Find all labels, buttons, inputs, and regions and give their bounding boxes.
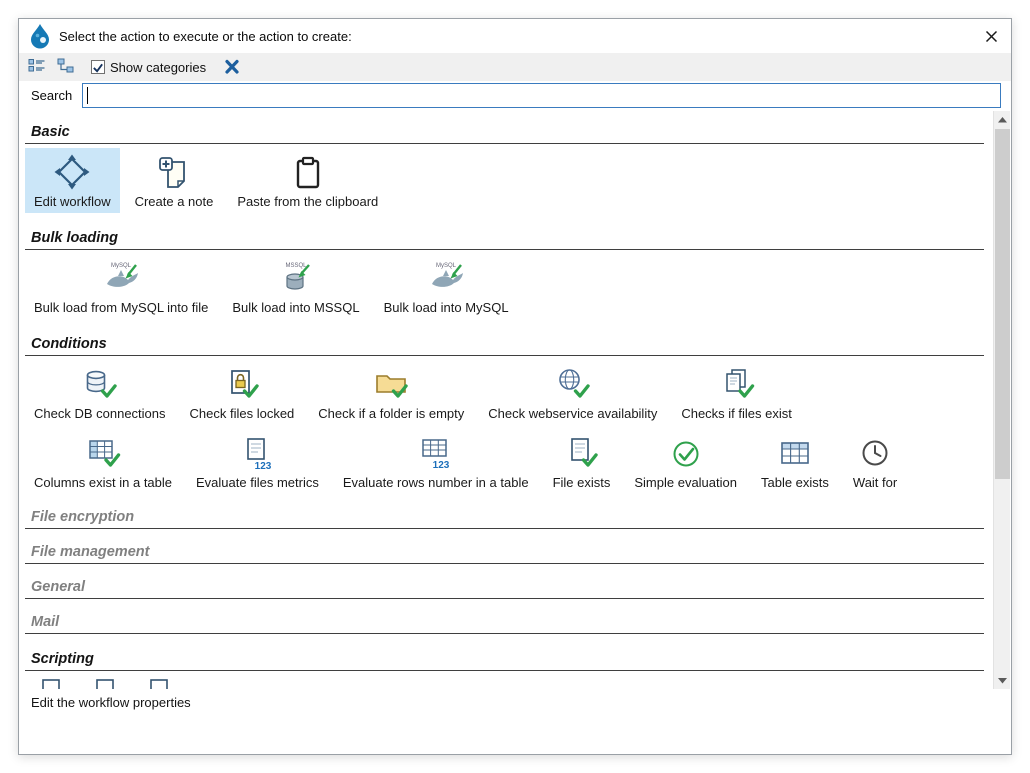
simple-evaluation-icon bbox=[668, 434, 704, 472]
sql-icon: SQL bbox=[142, 680, 172, 689]
clock-icon bbox=[857, 434, 893, 472]
workflow-icon bbox=[53, 153, 91, 191]
action-evaluate-rows-number[interactable]: 123 Evaluate rows number in a table bbox=[334, 429, 538, 494]
category-header-basic[interactable]: Basic bbox=[25, 123, 984, 144]
scrollbar-thumb[interactable] bbox=[995, 129, 1010, 479]
category-items-basic: Edit workflow Create a note bbox=[25, 148, 994, 213]
category-header-scripting[interactable]: Scripting bbox=[25, 650, 984, 671]
svg-text:MySQL: MySQL bbox=[436, 263, 457, 269]
action-scripting-shell[interactable] bbox=[79, 675, 127, 689]
action-paste-clipboard[interactable]: Paste from the clipboard bbox=[228, 148, 387, 213]
action-list: Basic Edit workflow bbox=[19, 111, 1011, 689]
view-list-icon bbox=[28, 58, 46, 76]
view-tree-icon bbox=[57, 58, 74, 76]
action-scripting-sql[interactable]: SQL bbox=[133, 675, 181, 689]
action-bulk-load-into-mysql[interactable]: MySQL Bulk load into MySQL bbox=[375, 254, 518, 319]
action-wait-for[interactable]: Wait for bbox=[844, 429, 906, 494]
svg-text:123: 123 bbox=[432, 460, 449, 471]
mysql-bulk-icon: MySQL bbox=[98, 259, 144, 297]
show-categories-checkbox[interactable]: Show categories bbox=[91, 60, 206, 75]
file-lock-check-icon bbox=[224, 365, 260, 403]
table-columns-check-icon bbox=[85, 434, 121, 472]
clear-x-icon[interactable] bbox=[220, 56, 244, 78]
clipboard-icon bbox=[290, 153, 326, 191]
action-evaluate-files-metrics[interactable]: 123 Evaluate files metrics bbox=[187, 429, 328, 494]
mssql-bulk-icon: MSSQL bbox=[273, 259, 319, 297]
view-list-button[interactable] bbox=[25, 56, 49, 78]
action-select-dialog: Select the action to execute or the acti… bbox=[18, 18, 1012, 755]
action-checks-files-exist[interactable]: Checks if files exist bbox=[672, 360, 801, 425]
file-metrics-icon: 123 bbox=[239, 434, 275, 472]
database-check-icon bbox=[82, 365, 118, 403]
table-rows-count-icon: 123 bbox=[418, 434, 454, 472]
table-icon bbox=[777, 434, 813, 472]
scrollbar[interactable] bbox=[993, 111, 1010, 689]
search-row: Search bbox=[19, 81, 1011, 111]
show-categories-label: Show categories bbox=[110, 60, 206, 75]
file-check-icon bbox=[563, 434, 599, 472]
mysql-bulk-icon: MySQL bbox=[423, 259, 469, 297]
scroll-up-icon[interactable] bbox=[994, 111, 1011, 128]
category-items-scripting: JS bbox=[25, 675, 994, 689]
action-table-exists[interactable]: Table exists bbox=[752, 429, 838, 494]
text-caret bbox=[87, 87, 88, 104]
category-header-mail[interactable]: Mail bbox=[25, 613, 984, 634]
note-add-icon bbox=[156, 153, 192, 191]
action-check-folder-empty[interactable]: Check if a folder is empty bbox=[309, 360, 473, 425]
search-label: Search bbox=[31, 88, 72, 103]
action-scripting-javascript[interactable]: JS bbox=[25, 675, 73, 689]
scroll-down-icon[interactable] bbox=[994, 672, 1011, 689]
view-tree-button[interactable] bbox=[53, 56, 77, 78]
shell-icon bbox=[88, 680, 118, 689]
category-header-general[interactable]: General bbox=[25, 578, 984, 599]
checkbox-check-icon bbox=[91, 60, 105, 74]
action-columns-exist[interactable]: Columns exist in a table bbox=[25, 429, 181, 494]
action-create-note[interactable]: Create a note bbox=[126, 148, 223, 213]
toolbar: Show categories bbox=[19, 53, 1011, 81]
category-header-file-encryption[interactable]: File encryption bbox=[25, 508, 984, 529]
folder-check-icon bbox=[373, 365, 409, 403]
webservice-check-icon bbox=[555, 365, 591, 403]
svg-text:MSSQL: MSSQL bbox=[285, 263, 307, 269]
action-check-db-connections[interactable]: Check DB connections bbox=[25, 360, 175, 425]
category-header-file-management[interactable]: File management bbox=[25, 543, 984, 564]
category-items-conditions-row2: Columns exist in a table 123 Evaluate fi… bbox=[25, 429, 994, 494]
close-icon[interactable] bbox=[979, 26, 1003, 46]
action-bulk-load-into-mssql[interactable]: MSSQL Bulk load into MSSQL bbox=[223, 254, 368, 319]
search-input[interactable] bbox=[82, 83, 1001, 108]
dialog-title: Select the action to execute or the acti… bbox=[59, 29, 1001, 44]
files-check-icon bbox=[719, 365, 755, 403]
action-file-exists[interactable]: File exists bbox=[544, 429, 620, 494]
hop-logo-icon bbox=[29, 23, 51, 49]
svg-text:123: 123 bbox=[255, 461, 272, 472]
action-check-webservice[interactable]: Check webservice availability bbox=[479, 360, 666, 425]
action-simple-evaluation[interactable]: Simple evaluation bbox=[625, 429, 746, 494]
category-items-conditions-row1: Check DB connections Check files locked bbox=[25, 360, 994, 425]
category-items-bulk: MySQL Bulk load from MySQL into file MSS… bbox=[25, 254, 994, 319]
status-description: Edit the workflow properties bbox=[31, 695, 191, 710]
action-check-files-locked[interactable]: Check files locked bbox=[181, 360, 304, 425]
javascript-icon: JS bbox=[34, 680, 64, 689]
titlebar[interactable]: Select the action to execute or the acti… bbox=[19, 19, 1011, 53]
category-header-conditions[interactable]: Conditions bbox=[25, 335, 984, 356]
action-edit-workflow[interactable]: Edit workflow bbox=[25, 148, 120, 213]
category-header-bulk-loading[interactable]: Bulk loading bbox=[25, 229, 984, 250]
svg-text:MySQL: MySQL bbox=[111, 263, 132, 269]
action-bulk-load-from-mysql[interactable]: MySQL Bulk load from MySQL into file bbox=[25, 254, 217, 319]
